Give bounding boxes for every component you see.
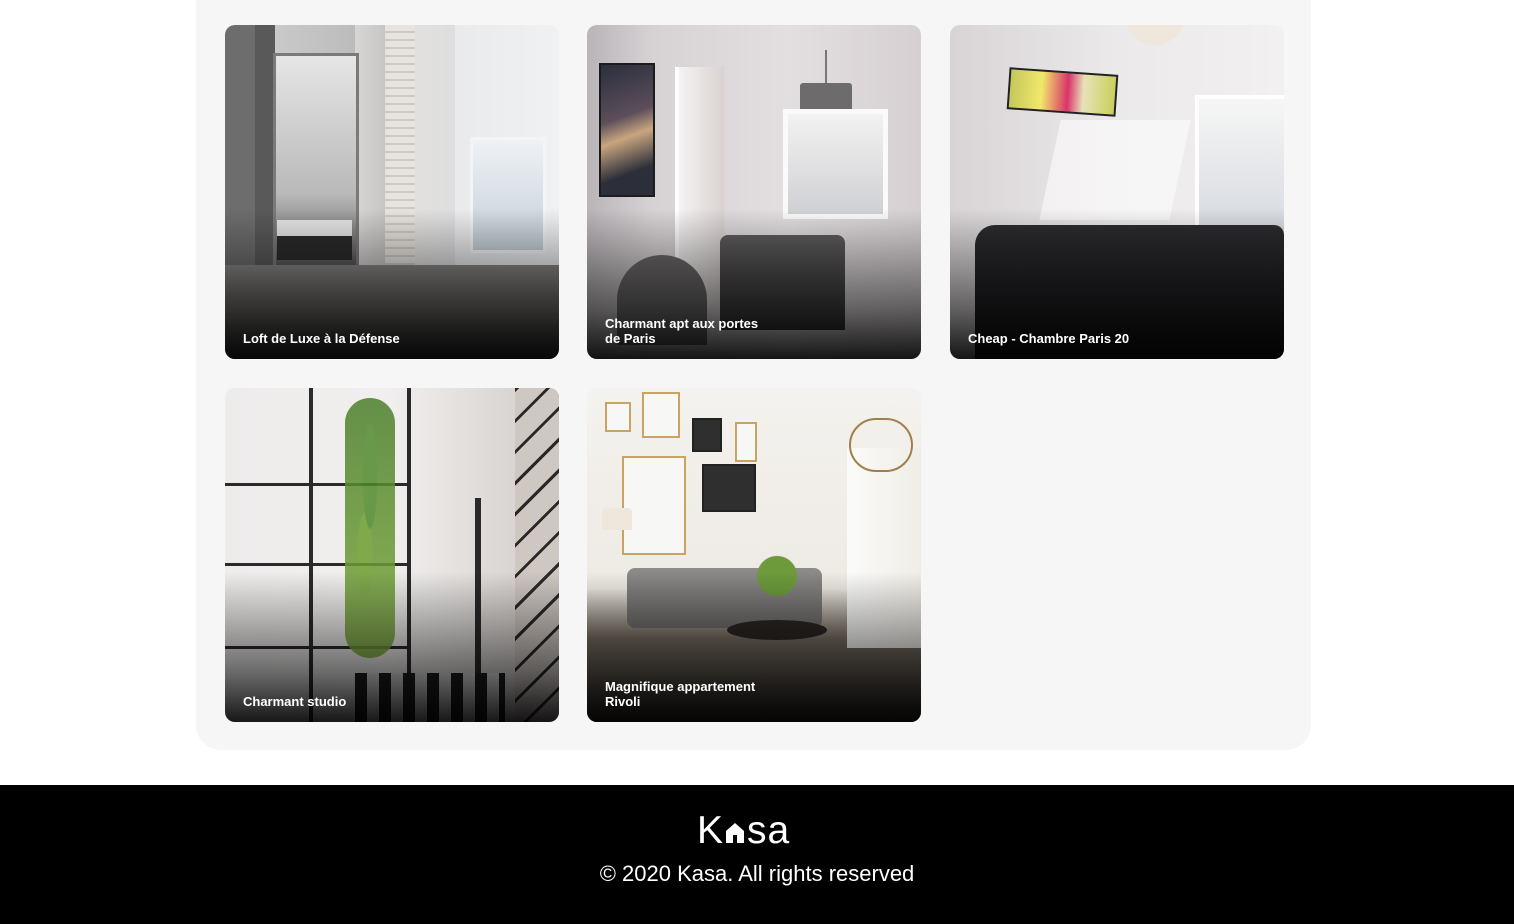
photo-gradient-overlay: [587, 25, 921, 359]
listing-title: Charmant studio: [243, 694, 347, 709]
logo-letters-sa: sa: [747, 809, 791, 852]
listing-card[interactable]: Cheap - Chambre Paris 20: [950, 25, 1284, 359]
listing-title: Charmant apt aux portes de Paris: [605, 316, 759, 346]
listing-title: Magnifique appartement Rivoli: [605, 679, 756, 709]
listing-card[interactable]: Loft de Luxe à la Défense: [225, 25, 559, 359]
footer-logo[interactable]: Ksa: [697, 811, 817, 851]
house-icon: [725, 822, 745, 844]
listing-title: Loft de Luxe à la Défense: [243, 331, 400, 346]
listing-card[interactable]: Magnifique appartement Rivoli: [587, 388, 921, 722]
photo-gradient-overlay: [950, 25, 1284, 359]
copyright-text: © 2020 Kasa. All rights reserved: [599, 861, 915, 886]
photo-gradient-overlay: [225, 388, 559, 722]
photo-gradient-overlay: [587, 388, 921, 722]
logo-letter-k: K: [697, 809, 725, 852]
listings-gallery: Loft de Luxe à la Défense Charmant apt a…: [196, 0, 1311, 750]
footer: Ksa © 2020 Kasa. All rights reserved: [0, 785, 1514, 924]
listing-title: Cheap - Chambre Paris 20: [968, 331, 1130, 346]
listing-card[interactable]: Charmant studio: [225, 388, 559, 722]
listing-card[interactable]: Charmant apt aux portes de Paris: [587, 25, 921, 359]
photo-gradient-overlay: [225, 25, 559, 359]
